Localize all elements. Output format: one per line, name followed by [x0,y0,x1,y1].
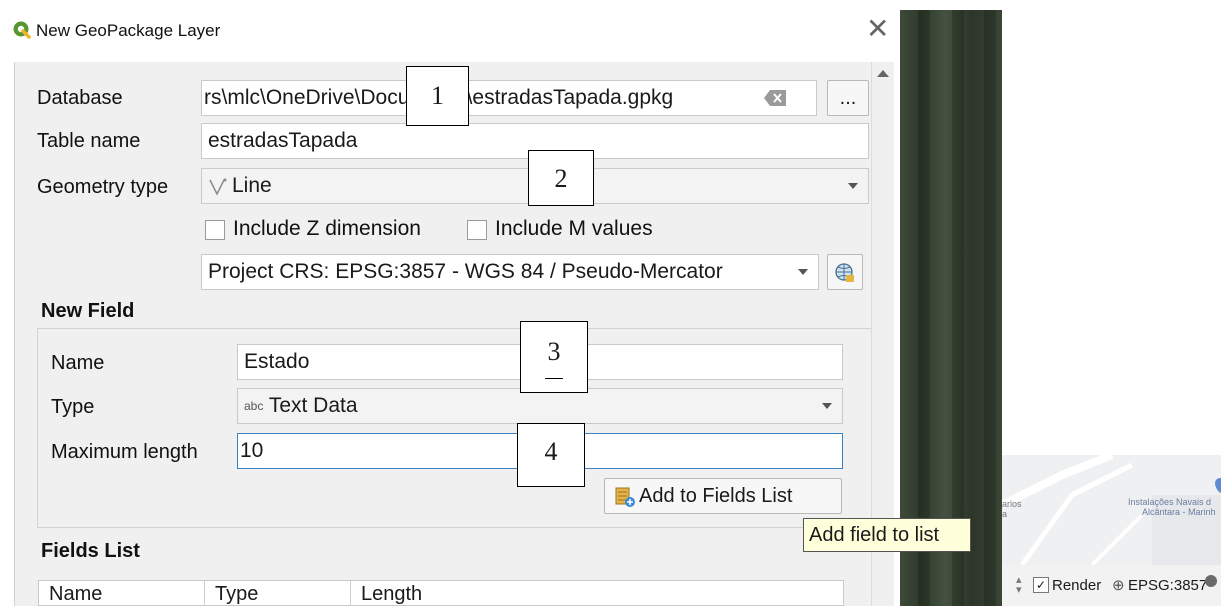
new-field-heading: New Field [41,300,135,322]
crs-value: Project CRS: EPSG:3857 - WGS 84 / Pseudo… [208,260,723,283]
dialog-body: Database rs\mlc\OneDrive\Documents\estra… [14,62,879,606]
fields-list-heading: Fields List [41,540,140,562]
status-bar: ▴ ▾ ✓ Render ⊕ EPSG:3857 [1002,565,1221,606]
dialog-title: New GeoPackage Layer [36,21,221,40]
spinbox-arrows-icon[interactable]: ▴ ▾ [1016,575,1022,596]
database-label: Database [37,87,123,109]
geometry-type-value: Line [232,174,272,197]
include-z-label: Include Z dimension [233,217,421,240]
include-m-label: Include M values [495,217,653,240]
field-type-label: Type [51,396,95,418]
add-field-icon [615,487,635,507]
clear-icon[interactable] [764,90,786,106]
scroll-up-icon[interactable] [877,70,889,77]
table-name-label: Table name [37,130,141,152]
globe-icon [835,263,854,282]
callout-1: 1 [406,66,469,126]
map-label-left-2: a [1002,509,1008,519]
callout-3-number: 3 [547,337,561,366]
max-length-text: 10 [240,439,264,462]
map-label-right-2: Alcântara - Marinh [1142,507,1216,517]
line-geometry-icon [209,178,227,196]
qgis-logo-icon [13,21,31,39]
title-bar: New GeoPackage Layer ✕ [0,0,900,62]
map-label-left: arlos [1002,499,1022,509]
close-icon[interactable]: ✕ [866,15,889,43]
add-to-fields-list-button[interactable]: Add to Fields List [604,478,842,514]
satellite-map-background [900,10,1002,606]
callout-4: 4 [517,423,585,487]
database-path-input[interactable]: rs\mlc\OneDrive\Documents\estradasTapada… [201,80,817,116]
field-name-text: Estado [244,350,310,373]
text-type-icon: abc [244,399,264,413]
add-to-fields-list-label: Add to Fields List [639,485,793,507]
map-label-right: Instalações Navais d [1128,497,1212,507]
render-label: Render [1052,577,1102,594]
callout-3: 3 [520,321,588,393]
chevron-down-icon [848,183,858,189]
fields-list-table-header: Name Type Length [38,580,844,606]
render-checkbox[interactable]: ✓ [1033,577,1049,593]
callout-2: 2 [528,150,594,206]
column-header-type[interactable]: Type [205,581,351,606]
chevron-down-icon [798,269,808,275]
include-z-checkbox[interactable] [205,220,225,240]
field-type-select[interactable]: abc Text Data [237,388,843,424]
map-canvas-thumbnail: arlos a Instalações Navais d Alcântara -… [1002,455,1221,565]
crs-status-label[interactable]: EPSG:3857 [1128,577,1207,594]
max-length-label: Maximum length [51,441,198,463]
messages-icon[interactable] [1205,575,1217,587]
column-header-name[interactable]: Name [39,581,205,606]
field-type-value: Text Data [268,394,358,417]
chevron-down-icon [822,403,832,409]
include-m-checkbox[interactable] [467,220,487,240]
browse-button[interactable]: ... [827,80,869,116]
select-crs-button[interactable] [827,254,863,290]
column-header-length[interactable]: Length [351,581,551,606]
field-name-label: Name [51,352,105,374]
crs-globe-icon[interactable]: ⊕ [1112,576,1125,594]
geometry-type-label: Geometry type [37,176,169,198]
table-name-text: estradasTapada [208,129,358,152]
crs-select[interactable]: Project CRS: EPSG:3857 - WGS 84 / Pseudo… [201,254,819,290]
add-field-tooltip: Add field to list [803,518,971,552]
